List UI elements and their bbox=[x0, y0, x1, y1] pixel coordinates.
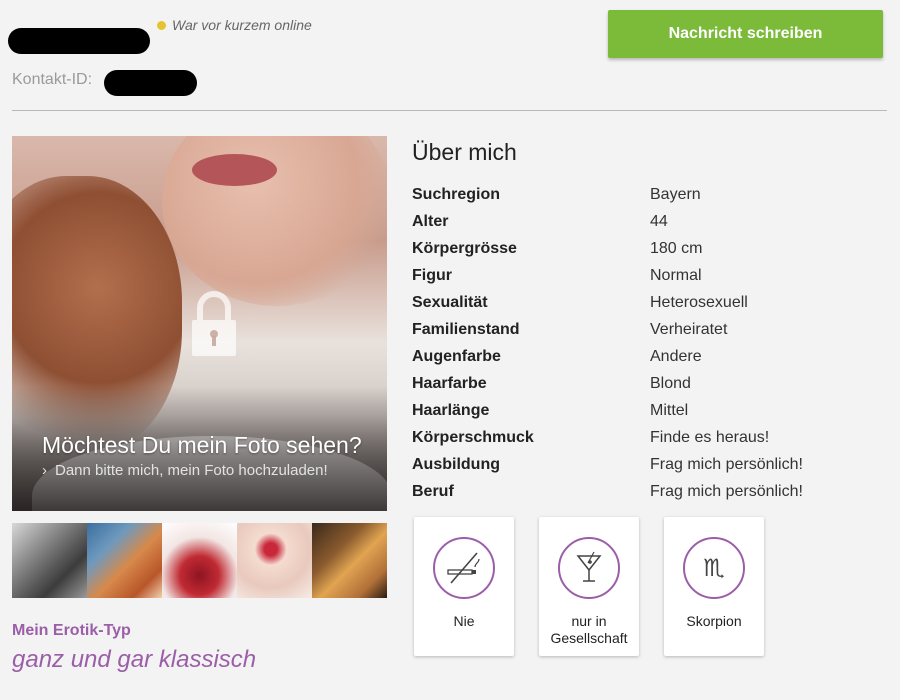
attribute-key: Körperschmuck bbox=[412, 428, 534, 446]
profile-photo-locked[interactable]: Möchtest Du mein Foto sehen? › Dann bitt… bbox=[12, 136, 387, 511]
thumbnail-image[interactable] bbox=[12, 523, 87, 598]
attribute-key: Familienstand bbox=[412, 320, 520, 338]
attribute-row: Alter 44 bbox=[412, 208, 882, 235]
contact-id-label: Kontakt-ID: bbox=[12, 71, 93, 88]
attribute-key: Augenfarbe bbox=[412, 347, 501, 365]
chevron-right-icon: › bbox=[42, 462, 47, 479]
cocktail-icon bbox=[558, 537, 620, 599]
attribute-value: Blond bbox=[650, 374, 691, 392]
attribute-value: Bayern bbox=[650, 185, 701, 203]
photo-lips bbox=[192, 154, 277, 186]
online-dot-icon bbox=[157, 20, 166, 30]
attribute-value: Andere bbox=[650, 347, 702, 365]
thumbnail-image[interactable] bbox=[237, 523, 312, 598]
online-status-text: War vor kurzem online bbox=[172, 17, 312, 33]
thumbnail-image[interactable] bbox=[87, 523, 162, 598]
attribute-row: Sexualität Heterosexuell bbox=[412, 289, 882, 316]
redacted-contact-id bbox=[104, 70, 197, 96]
attribute-row: Ausbildung Frag mich persönlich! bbox=[412, 451, 882, 478]
attribute-value: 180 cm bbox=[650, 239, 703, 257]
attribute-value: Normal bbox=[650, 266, 702, 284]
erotik-thumbnails bbox=[12, 523, 387, 598]
smoking-label: Nie bbox=[453, 613, 475, 629]
attribute-value: 44 bbox=[650, 212, 668, 230]
attribute-key: Suchregion bbox=[412, 185, 501, 203]
attribute-key: Sexualität bbox=[412, 293, 488, 311]
attribute-row: Körpergrösse 180 cm bbox=[412, 235, 882, 262]
attribute-key: Figur bbox=[412, 266, 452, 284]
lock-icon bbox=[192, 291, 236, 356]
photo-request-link[interactable]: › Dann bitte mich, mein Foto hochzuladen… bbox=[42, 462, 328, 479]
attribute-value: Frag mich persönlich! bbox=[650, 455, 803, 473]
no-smoking-icon bbox=[433, 537, 495, 599]
attribute-row: Haarlänge Mittel bbox=[412, 397, 882, 424]
attribute-key: Haarfarbe bbox=[412, 374, 487, 392]
erotik-type-label: Mein Erotik-Typ bbox=[12, 622, 131, 639]
thumbnail-image[interactable] bbox=[162, 523, 237, 598]
attribute-value: Verheiratet bbox=[650, 320, 728, 338]
attribute-value: Finde es heraus! bbox=[650, 428, 770, 446]
attribute-row: Figur Normal bbox=[412, 262, 882, 289]
photo-request-subtitle: Dann bitte mich, mein Foto hochzuladen! bbox=[55, 462, 328, 479]
attribute-key: Beruf bbox=[412, 482, 454, 500]
attribute-row: Haarfarbe Blond bbox=[412, 370, 882, 397]
lifestyle-cards: Nie nur in Gesellschaft ♏ Skorpion bbox=[414, 517, 764, 656]
photo-face bbox=[162, 136, 387, 306]
drinking-card: nur in Gesellschaft bbox=[539, 517, 639, 656]
header-divider bbox=[12, 110, 887, 111]
thumbnail-image[interactable] bbox=[312, 523, 387, 598]
zodiac-label: Skorpion bbox=[686, 613, 742, 629]
drinking-label: nur in Gesellschaft bbox=[550, 613, 628, 646]
redacted-name bbox=[8, 28, 150, 54]
online-status: War vor kurzem online bbox=[157, 17, 312, 33]
smoking-card: Nie bbox=[414, 517, 514, 656]
attribute-row: Augenfarbe Andere bbox=[412, 343, 882, 370]
attribute-value: Mittel bbox=[650, 401, 689, 419]
attribute-row: Körperschmuck Finde es heraus! bbox=[412, 424, 882, 451]
about-attributes: Suchregion Bayern Alter 44 Körpergrösse 180… bbox=[412, 181, 882, 505]
attribute-key: Körpergrösse bbox=[412, 239, 517, 257]
write-message-button[interactable]: Nachricht schreiben bbox=[608, 10, 883, 58]
attribute-value: Frag mich persönlich! bbox=[650, 482, 803, 500]
photo-request-title: Möchtest Du mein Foto sehen? bbox=[42, 432, 362, 458]
attribute-key: Ausbildung bbox=[412, 455, 500, 473]
attribute-value: Heterosexuell bbox=[650, 293, 748, 311]
about-title: Über mich bbox=[412, 139, 517, 165]
zodiac-card: ♏ Skorpion bbox=[664, 517, 764, 656]
attribute-key: Alter bbox=[412, 212, 449, 230]
attribute-row: Beruf Frag mich persönlich! bbox=[412, 478, 882, 505]
attribute-row: Familienstand Verheiratet bbox=[412, 316, 882, 343]
attribute-row: Suchregion Bayern bbox=[412, 181, 882, 208]
scorpio-icon: ♏ bbox=[683, 537, 745, 599]
erotik-type-value: ganz und gar klassisch bbox=[12, 646, 257, 673]
attribute-key: Haarlänge bbox=[412, 401, 490, 419]
svg-text:♏: ♏ bbox=[703, 554, 725, 582]
